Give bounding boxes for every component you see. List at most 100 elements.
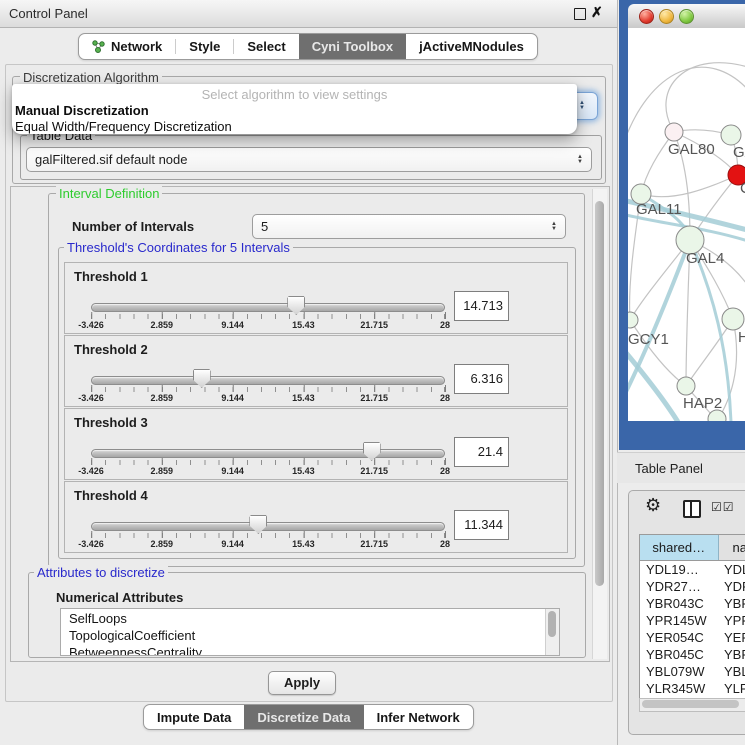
cell: YDL1 [720, 562, 745, 577]
list-item[interactable]: TopologicalCoefficient [69, 628, 195, 643]
cell: YPR145W [640, 613, 720, 628]
column-header-shared-name[interactable]: shared… [640, 535, 719, 560]
list-item[interactable]: SelfLoops [69, 611, 127, 626]
apply-button[interactable]: Apply [268, 671, 336, 695]
tab-infer-network[interactable]: Infer Network [364, 705, 473, 729]
tick-label: 9.144 [221, 539, 244, 549]
network-window-titlebar[interactable] [628, 4, 745, 29]
network-node[interactable] [628, 312, 638, 328]
checkboxes-icon[interactable]: ☑☑ [711, 500, 735, 514]
threshold-3-value-field[interactable]: 21.4 [454, 437, 509, 467]
tab-discretize-data-label: Discretize Data [257, 710, 350, 725]
dropdown-item-equal-width-frequency[interactable]: Equal Width/Frequency Discretization [15, 119, 232, 134]
table-row[interactable]: YPR145W YPR1 [640, 612, 745, 629]
table-row[interactable]: YDL19… YDL1 [640, 561, 745, 578]
bottom-tab-strip: Impute Data Discretize Data Infer Networ… [143, 704, 474, 730]
table-row[interactable]: YDR27… YDR2 [640, 578, 745, 595]
slider-ticks [91, 460, 445, 465]
node-label: C [740, 180, 745, 197]
cell: YDL19… [640, 562, 720, 577]
table-row[interactable]: YBR045C YBR0 [640, 646, 745, 663]
node-label: GAL80 [668, 141, 715, 158]
list-scrollbar-thumb[interactable] [548, 611, 556, 637]
slider-handle[interactable] [193, 369, 211, 388]
table-row[interactable]: YBR043C YBR0 [640, 595, 745, 612]
slider-ticks [91, 387, 445, 392]
tab-network[interactable]: Network [79, 34, 175, 59]
slider-handle[interactable] [249, 515, 267, 534]
tab-impute-data[interactable]: Impute Data [144, 705, 244, 729]
column-header-name[interactable]: na [719, 535, 745, 560]
cell: YER054C [640, 630, 720, 645]
slider-handle[interactable] [363, 442, 381, 461]
threshold-2-box: Threshold 2 -3.426 2.859 9.144 15.43 21.… [64, 335, 568, 407]
gear-icon[interactable]: ⚙ [645, 495, 661, 516]
slider-track[interactable] [91, 303, 445, 312]
slider-ticks [91, 533, 445, 538]
close-icon[interactable]: ✗ [591, 4, 603, 21]
tab-select[interactable]: Select [234, 34, 298, 59]
threshold-1-box: Threshold 1 -3.426 2.859 9.144 15.43 21.… [64, 262, 568, 334]
table-data-combobox[interactable]: galFiltered.sif default node ▲▼ [26, 147, 592, 172]
network-node[interactable] [722, 308, 744, 330]
traffic-light-minimize-icon[interactable] [659, 9, 674, 24]
number-of-intervals-combobox[interactable]: 5 ▲▼ [252, 214, 566, 239]
list-item[interactable]: BetweennessCentrality [69, 645, 202, 656]
attributes-group-title: Attributes to discretize [34, 565, 168, 580]
threshold-4-slider[interactable]: -3.426 2.859 9.144 15.43 21.715 28 [91, 482, 445, 552]
cell: YDR2 [720, 579, 745, 594]
table-data-combobox-value: galFiltered.sif default node [35, 152, 187, 167]
table-row[interactable]: YLR345W YLR3 [640, 680, 745, 697]
table-row[interactable]: YBL079W YBL0 [640, 663, 745, 680]
horizontal-scrollbar[interactable] [639, 698, 745, 712]
tick-label: 28 [440, 320, 450, 330]
tick-label: -3.426 [78, 539, 104, 549]
numerical-attributes-list[interactable]: SelfLoops TopologicalCoefficient Between… [60, 608, 560, 656]
tab-jactivemnodules-label: jActiveMNodules [419, 39, 524, 54]
tick-label: 15.43 [292, 539, 315, 549]
tab-network-label: Network [111, 39, 162, 54]
vertical-scrollbar[interactable] [592, 189, 607, 659]
stepper-icon: ▲▼ [577, 155, 583, 165]
traffic-light-zoom-icon[interactable] [679, 9, 694, 24]
tab-discretize-data[interactable]: Discretize Data [244, 705, 363, 729]
vertical-scrollbar-thumb[interactable] [595, 201, 604, 586]
slider-track[interactable] [91, 522, 445, 531]
table-row[interactable]: YER054C YER0 [640, 629, 745, 646]
slider-ticks [91, 314, 445, 319]
cell: YBR0 [720, 596, 745, 611]
node-label: HAP2 [683, 395, 722, 412]
threshold-2-value-field[interactable]: 6.316 [454, 364, 509, 394]
algorithm-dropdown-placeholder: Select algorithm to view settings [12, 87, 577, 102]
network-node[interactable] [721, 125, 741, 145]
tick-label: -3.426 [78, 466, 104, 476]
tick-label: 2.859 [151, 320, 174, 330]
algorithm-dropdown-popup: Select algorithm to view settings Manual… [12, 84, 577, 134]
numerical-attributes-label: Numerical Attributes [56, 590, 183, 605]
threshold-1-value-field[interactable]: 14.713 [454, 291, 509, 321]
tick-label: 9.144 [221, 393, 244, 403]
columns-icon[interactable] [683, 500, 701, 518]
traffic-light-close-icon[interactable] [639, 9, 654, 24]
tab-style[interactable]: Style [176, 34, 233, 59]
list-scrollbar[interactable] [545, 609, 559, 655]
threshold-1-slider[interactable]: -3.426 2.859 9.144 15.43 21.715 28 [91, 263, 445, 333]
float-window-icon[interactable] [574, 8, 586, 20]
network-node[interactable] [665, 123, 683, 141]
node-label: H [738, 329, 745, 346]
number-of-intervals-value: 5 [261, 219, 268, 234]
table-panel-title: Table Panel [635, 461, 703, 476]
tab-cyni-toolbox[interactable]: Cyni Toolbox [299, 34, 406, 59]
threshold-4-value-field[interactable]: 11.344 [454, 510, 509, 540]
threshold-3-slider[interactable]: -3.426 2.859 9.144 15.43 21.715 28 [91, 409, 445, 479]
dropdown-item-manual-discretization[interactable]: Manual Discretization [15, 103, 149, 118]
slider-track[interactable] [91, 449, 445, 458]
tick-label: 15.43 [292, 320, 315, 330]
slider-track[interactable] [91, 376, 445, 385]
tab-jactivemnodules[interactable]: jActiveMNodules [406, 34, 537, 59]
network-canvas[interactable]: GAL80 GA C GAL11 GAL4 GCY1 H HAP2 [628, 28, 745, 421]
threshold-2-slider[interactable]: -3.426 2.859 9.144 15.43 21.715 28 [91, 336, 445, 406]
interval-definition-title: Interval Definition [56, 186, 162, 201]
horizontal-scrollbar-thumb[interactable] [642, 700, 739, 708]
network-node[interactable] [677, 377, 695, 395]
